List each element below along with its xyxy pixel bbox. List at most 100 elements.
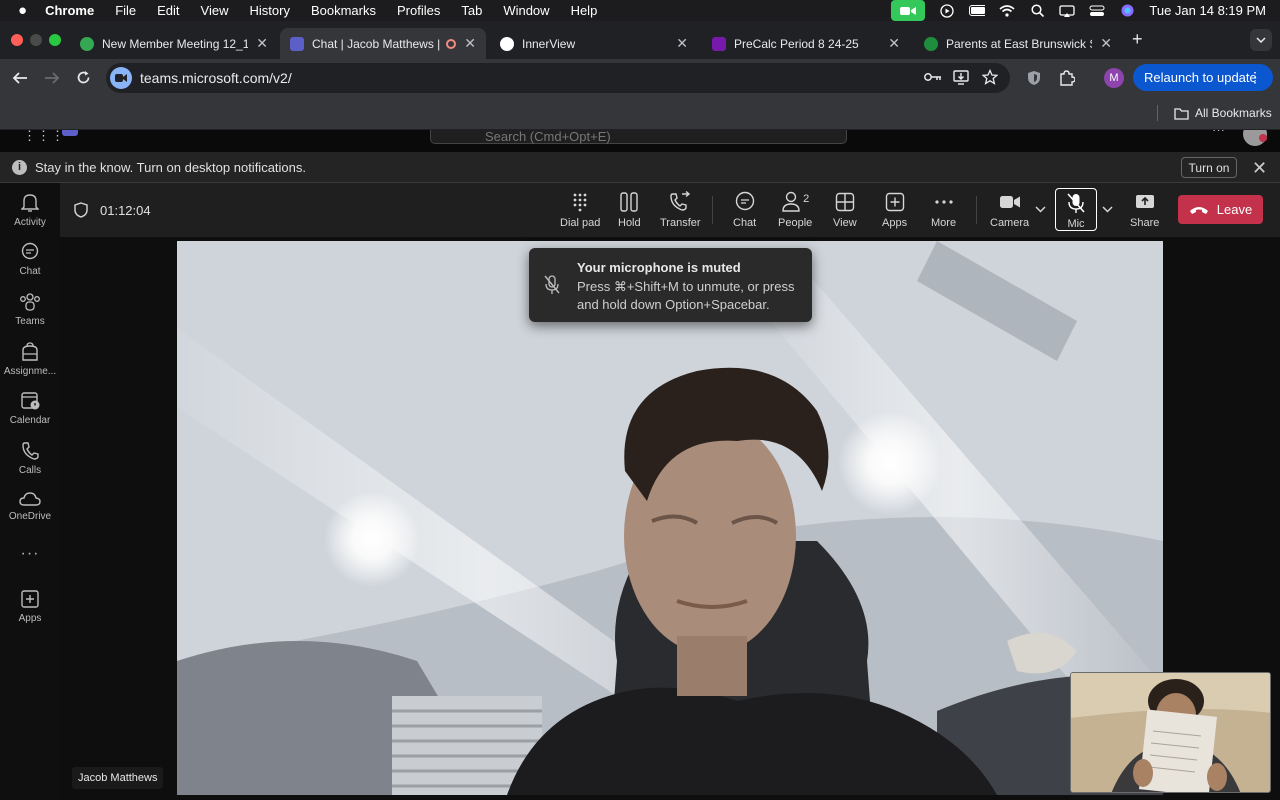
minimize-window-button[interactable] (30, 34, 42, 46)
dial-pad-button[interactable]: Dial pad (560, 191, 600, 231)
camera-button[interactable]: Camera (990, 191, 1029, 231)
close-window-button[interactable] (11, 34, 23, 46)
wifi-icon[interactable] (999, 4, 1015, 17)
mic-button[interactable]: Mic (1055, 188, 1097, 231)
control-label: More (931, 217, 957, 229)
turn-on-notifications-button[interactable]: Turn on (1181, 157, 1237, 178)
play-icon[interactable] (939, 3, 955, 18)
hang-up-icon (1189, 206, 1208, 214)
tab-teams-chat[interactable]: Chat | Jacob Matthews | M ✕ (280, 28, 486, 59)
rail-label: OneDrive (8, 511, 52, 522)
spotlight-search-icon[interactable] (1029, 4, 1045, 17)
rail-item-onedrive[interactable]: OneDrive (0, 491, 60, 522)
control-label: Dial pad (560, 217, 601, 229)
transfer-button[interactable]: Transfer (660, 191, 701, 231)
rail-item-calendar[interactable]: Calendar (0, 391, 60, 426)
camera-options-chevron-icon[interactable] (1035, 206, 1046, 213)
close-tab-icon[interactable]: ✕ (464, 35, 476, 52)
rail-more-apps-icon[interactable]: ··· (0, 545, 60, 563)
rail-item-activity[interactable]: Activity (0, 193, 60, 228)
screen-mirroring-icon[interactable] (1059, 4, 1076, 17)
people-button[interactable]: 2 People (778, 191, 812, 231)
close-tab-icon[interactable]: ✕ (888, 35, 900, 52)
chat-bubble-icon (21, 242, 39, 260)
menu-app-name[interactable]: Chrome (45, 3, 94, 18)
chat-bubble-icon (735, 191, 754, 211)
settings-more-icon[interactable]: ··· (1212, 130, 1225, 137)
tab-new-member-meeting[interactable]: New Member Meeting 12_12.p ✕ (70, 28, 278, 59)
app-launcher-icon[interactable]: ⋮⋮⋮ (23, 130, 65, 144)
share-button[interactable]: Share (1130, 191, 1159, 231)
forward-arrow-icon[interactable] (44, 71, 60, 85)
rail-item-apps[interactable]: Apps (0, 589, 60, 624)
menu-help[interactable]: Help (571, 3, 598, 18)
rail-item-calls[interactable]: Calls (0, 441, 60, 476)
reload-icon[interactable] (76, 70, 91, 85)
tab-search-button[interactable] (1250, 29, 1272, 51)
apps-button[interactable]: Apps (882, 191, 907, 231)
more-button[interactable]: More (931, 191, 956, 231)
grid-view-icon (835, 192, 855, 212)
control-center-icon[interactable] (1089, 5, 1105, 17)
menu-history[interactable]: History (250, 3, 290, 18)
control-label: People (778, 217, 813, 229)
self-view-feed (1071, 673, 1270, 792)
password-key-icon[interactable] (924, 71, 942, 83)
close-tab-icon[interactable]: ✕ (676, 35, 688, 52)
rail-item-assignments[interactable]: Assignme... (0, 342, 60, 377)
all-bookmarks-link[interactable]: All Bookmarks (1195, 106, 1272, 120)
zoom-window-button[interactable] (49, 34, 61, 46)
siri-icon[interactable] (1119, 4, 1135, 17)
tab-title: New Member Meeting 12_12.p (102, 36, 249, 51)
bookmark-star-icon[interactable] (982, 69, 998, 85)
self-view-video[interactable] (1070, 672, 1271, 793)
url-text[interactable]: teams.microsoft.com/v2/ (140, 70, 292, 86)
menu-edit[interactable]: Edit (157, 3, 179, 18)
address-bar[interactable]: teams.microsoft.com/v2/ (106, 63, 1010, 93)
menu-clock[interactable]: Tue Jan 14 8:19 PM (1149, 3, 1266, 18)
view-button[interactable]: View (833, 191, 857, 231)
rail-item-chat[interactable]: Chat (0, 242, 60, 277)
profile-avatar[interactable]: M (1104, 68, 1124, 88)
mic-options-chevron-icon[interactable] (1102, 206, 1113, 213)
menu-window[interactable]: Window (503, 3, 549, 18)
control-label: Camera (990, 217, 1030, 229)
battery-icon[interactable] (969, 5, 986, 17)
menu-bookmarks[interactable]: Bookmarks (311, 3, 376, 18)
menu-tab[interactable]: Tab (461, 3, 482, 18)
chat-button[interactable]: Chat (733, 191, 756, 231)
participant-video[interactable] (177, 241, 1163, 795)
facetime-status-icon[interactable] (891, 0, 926, 21)
site-info-icon[interactable] (110, 67, 132, 89)
menu-file[interactable]: File (115, 3, 136, 18)
close-tab-icon[interactable]: ✕ (256, 35, 268, 52)
close-tab-icon[interactable]: ✕ (1100, 35, 1112, 52)
install-app-icon[interactable] (953, 69, 969, 85)
extension-shield-icon[interactable] (1027, 70, 1041, 86)
shield-icon[interactable] (74, 202, 88, 218)
tab-title: PreCalc Period 8 24-25 (734, 36, 859, 51)
menu-profiles[interactable]: Profiles (397, 3, 440, 18)
folder-icon (1174, 108, 1189, 120)
control-label: Apps (882, 217, 908, 229)
control-label: Chat (733, 217, 757, 229)
extensions-puzzle-icon[interactable] (1058, 69, 1075, 86)
call-timer: 01:12:04 (100, 203, 151, 218)
kebab-menu-icon[interactable]: ⋮ (1248, 69, 1262, 86)
relaunch-to-update-button[interactable]: Relaunch to update ⋮ (1133, 64, 1273, 91)
back-arrow-icon[interactable] (12, 71, 28, 85)
tab-innerview[interactable]: InnerView ✕ (490, 28, 698, 59)
hold-button[interactable]: Hold (618, 191, 641, 231)
rail-item-teams[interactable]: Teams (0, 292, 60, 327)
rail-label: Apps (18, 613, 42, 624)
tab-precalc[interactable]: PreCalc Period 8 24-25 ✕ (702, 28, 910, 59)
tab-parents-east-brunswick[interactable]: Parents at East Brunswick Scho ✕ (914, 28, 1122, 59)
leave-call-button[interactable]: Leave (1178, 195, 1263, 224)
menu-view[interactable]: View (201, 3, 229, 18)
new-tab-icon[interactable]: + (1132, 29, 1143, 50)
control-label: Mic (1067, 218, 1085, 230)
relaunch-label: Relaunch to update (1144, 70, 1257, 85)
apple-menu-icon[interactable]: ● (18, 2, 27, 19)
teams-search-input[interactable]: Search (Cmd+Opt+E) (430, 130, 847, 144)
close-banner-icon[interactable]: ✕ (1252, 158, 1267, 179)
